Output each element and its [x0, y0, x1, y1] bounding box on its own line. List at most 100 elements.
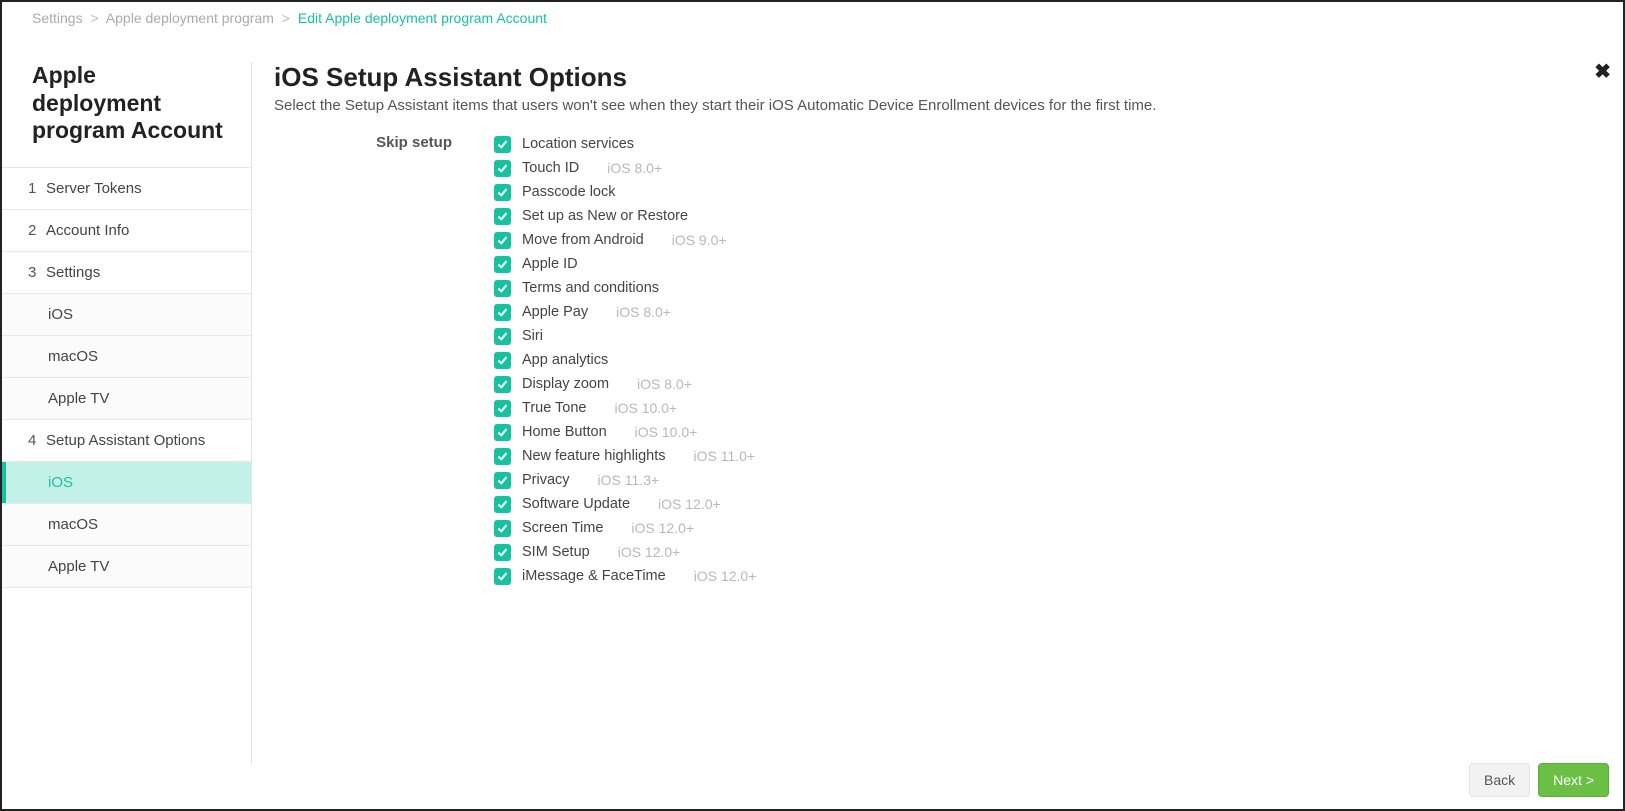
- breadcrumb-adp[interactable]: Apple deployment program: [106, 10, 274, 26]
- sidebar-sub-setup-ios[interactable]: iOS: [2, 462, 252, 504]
- option-row: Home Button iOS 10.0+: [494, 420, 756, 444]
- option-note: iOS 12.0+: [631, 520, 694, 536]
- sidebar-sub-label: iOS: [48, 474, 73, 491]
- sidebar-item-setup-assistant-options[interactable]: 4 Setup Assistant Options: [2, 420, 252, 462]
- option-row: Terms and conditions: [494, 276, 756, 300]
- back-button[interactable]: Back: [1469, 763, 1530, 797]
- option-label: Location services: [522, 136, 634, 152]
- sidebar-item-number: 1: [28, 180, 46, 197]
- sidebar-item-settings[interactable]: 3 Settings: [2, 252, 252, 294]
- option-row: Display zoom iOS 8.0+: [494, 372, 756, 396]
- option-label: iMessage & FaceTime: [522, 568, 666, 584]
- option-row: Apple ID: [494, 252, 756, 276]
- sidebar-item-server-tokens[interactable]: 1 Server Tokens: [2, 168, 252, 210]
- option-label: Apple ID: [522, 256, 578, 272]
- checkbox[interactable]: [494, 160, 511, 177]
- option-label: SIM Setup: [522, 544, 590, 560]
- sidebar: Apple deployment program Account 1 Serve…: [2, 32, 252, 805]
- checkbox[interactable]: [494, 400, 511, 417]
- option-note: iOS 12.0+: [658, 496, 721, 512]
- checkbox[interactable]: [494, 328, 511, 345]
- option-row: Software UpdateiOS 12.0+: [494, 492, 756, 516]
- option-row: SIM SetupiOS 12.0+: [494, 540, 756, 564]
- sidebar-item-number: 2: [28, 222, 46, 239]
- breadcrumb-current: Edit Apple deployment program Account: [298, 10, 547, 26]
- option-label: Display zoom: [522, 376, 609, 392]
- sidebar-sub-settings-macos[interactable]: macOS: [2, 336, 252, 378]
- option-note: iOS 10.0+: [615, 400, 678, 416]
- sidebar-sub-label: macOS: [48, 348, 98, 365]
- breadcrumb-settings[interactable]: Settings: [32, 10, 83, 26]
- sidebar-item-label: Settings: [46, 264, 100, 281]
- page-title: iOS Setup Assistant Options: [274, 62, 1595, 93]
- checkbox[interactable]: [494, 208, 511, 225]
- option-note: iOS 8.0+: [607, 160, 662, 176]
- checkbox[interactable]: [494, 568, 511, 585]
- skip-setup-row: Skip setup Location services Touch ID iOS …: [274, 132, 1595, 588]
- checkbox[interactable]: [494, 520, 511, 537]
- checkbox[interactable]: [494, 232, 511, 249]
- option-label: Screen Time: [522, 520, 603, 536]
- checkbox[interactable]: [494, 304, 511, 321]
- sidebar-nav: 1 Server Tokens 2 Account Info 3 Setting…: [2, 167, 252, 588]
- option-label: Touch ID: [522, 160, 579, 176]
- sidebar-sub-label: Apple TV: [48, 558, 109, 575]
- sidebar-sub-label: iOS: [48, 306, 73, 323]
- checkbox[interactable]: [494, 544, 511, 561]
- option-row: Apple Pay iOS 8.0+: [494, 300, 756, 324]
- option-row: iMessage & FaceTimeiOS 12.0+: [494, 564, 756, 588]
- option-row: Move from Android iOS 9.0+: [494, 228, 756, 252]
- sidebar-sub-settings-ios[interactable]: iOS: [2, 294, 252, 336]
- option-row: Siri: [494, 324, 756, 348]
- checkbox[interactable]: [494, 184, 511, 201]
- option-label: Passcode lock: [522, 184, 616, 200]
- sidebar-item-label: Setup Assistant Options: [46, 432, 205, 449]
- next-button[interactable]: Next >: [1538, 763, 1609, 797]
- option-label: New feature highlights: [522, 448, 665, 464]
- breadcrumb-sep: >: [86, 10, 102, 26]
- option-label: Set up as New or Restore: [522, 208, 688, 224]
- option-label: Home Button: [522, 424, 607, 440]
- option-row: Passcode lock: [494, 180, 756, 204]
- skip-setup-label: Skip setup: [274, 132, 494, 151]
- checkbox[interactable]: [494, 496, 511, 513]
- option-row: PrivacyiOS 11.3+: [494, 468, 756, 492]
- sidebar-item-number: 3: [28, 264, 46, 281]
- sidebar-item-account-info[interactable]: 2 Account Info: [2, 210, 252, 252]
- sidebar-item-number: 4: [28, 432, 46, 449]
- checkbox[interactable]: [494, 280, 511, 297]
- option-row: Screen Time iOS 12.0+: [494, 516, 756, 540]
- checkbox[interactable]: [494, 472, 511, 489]
- checkbox[interactable]: [494, 352, 511, 369]
- sidebar-item-label: Server Tokens: [46, 180, 142, 197]
- sidebar-sub-setup-macos[interactable]: macOS: [2, 504, 252, 546]
- option-row: App analytics: [494, 348, 756, 372]
- breadcrumb-sep: >: [278, 10, 294, 26]
- sidebar-sub-label: Apple TV: [48, 390, 109, 407]
- checkbox[interactable]: [494, 376, 511, 393]
- checkbox[interactable]: [494, 256, 511, 273]
- option-label: Privacy: [522, 472, 570, 488]
- checkbox[interactable]: [494, 136, 511, 153]
- option-row: Touch ID iOS 8.0+: [494, 156, 756, 180]
- footer-buttons: Back Next >: [1469, 763, 1609, 797]
- option-label: Terms and conditions: [522, 280, 659, 296]
- option-row: Set up as New or Restore: [494, 204, 756, 228]
- option-label: Apple Pay: [522, 304, 588, 320]
- sidebar-title: Apple deployment program Account: [2, 62, 252, 167]
- close-icon[interactable]: ✖: [1594, 62, 1611, 82]
- option-row: New feature highlightsiOS 11.0+: [494, 444, 756, 468]
- option-label: App analytics: [522, 352, 608, 368]
- sidebar-sub-settings-appletv[interactable]: Apple TV: [2, 378, 252, 420]
- option-note: iOS 8.0+: [616, 304, 671, 320]
- checkbox[interactable]: [494, 424, 511, 441]
- checkbox[interactable]: [494, 448, 511, 465]
- option-label: True Tone: [522, 400, 587, 416]
- option-note: iOS 9.0+: [672, 232, 727, 248]
- sidebar-sub-setup-appletv[interactable]: Apple TV: [2, 546, 252, 588]
- option-row: True Tone iOS 10.0+: [494, 396, 756, 420]
- option-note: iOS 8.0+: [637, 376, 692, 392]
- option-note: iOS 10.0+: [635, 424, 698, 440]
- option-label: Move from Android: [522, 232, 644, 248]
- skip-setup-options: Location services Touch ID iOS 8.0+ Passcod…: [494, 132, 756, 588]
